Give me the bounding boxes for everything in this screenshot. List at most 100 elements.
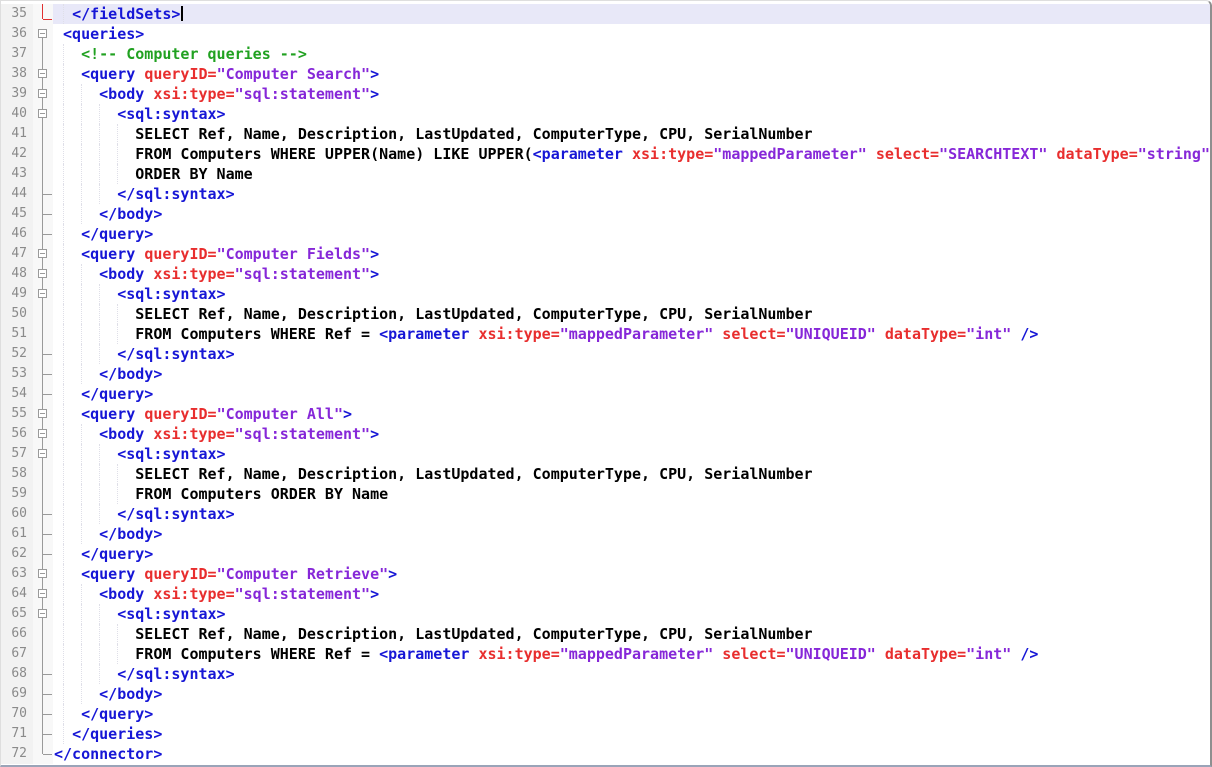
line-number[interactable]: 68 bbox=[1, 664, 33, 684]
code-text[interactable]: <sql:syntax> bbox=[53, 604, 1210, 624]
code-text[interactable]: </query> bbox=[53, 544, 1210, 564]
code-text[interactable]: <query queryID="Computer Search"> bbox=[53, 64, 1210, 84]
code-text[interactable]: </query> bbox=[53, 704, 1210, 724]
line-number[interactable]: 49 bbox=[1, 284, 33, 304]
line-number[interactable]: 62 bbox=[1, 544, 33, 564]
code-text[interactable]: <!-- Computer queries --> bbox=[53, 44, 1210, 64]
fold-tree-line bbox=[42, 124, 43, 144]
line-number[interactable]: 54 bbox=[1, 384, 33, 404]
fold-collapse-icon[interactable] bbox=[38, 289, 47, 298]
code-text[interactable]: SELECT Ref, Name, Description, LastUpdat… bbox=[53, 624, 1210, 644]
indent-guide bbox=[99, 124, 100, 144]
code-text[interactable]: FROM Computers WHERE UPPER(Name) LIKE UP… bbox=[53, 144, 1212, 164]
line-number[interactable]: 41 bbox=[1, 124, 33, 144]
code-text[interactable]: <sql:syntax> bbox=[53, 104, 1210, 124]
fold-collapse-icon[interactable] bbox=[38, 409, 47, 418]
line-number[interactable]: 46 bbox=[1, 224, 33, 244]
line-number[interactable]: 66 bbox=[1, 624, 33, 644]
code-text[interactable]: </sql:syntax> bbox=[53, 184, 1210, 204]
line-number[interactable]: 71 bbox=[1, 724, 33, 744]
line-number[interactable]: 56 bbox=[1, 424, 33, 444]
indent-guide bbox=[81, 424, 82, 444]
line-number[interactable]: 44 bbox=[1, 184, 33, 204]
line-number[interactable]: 36 bbox=[1, 24, 33, 44]
code-text[interactable]: SELECT Ref, Name, Description, LastUpdat… bbox=[53, 464, 1210, 484]
line-number[interactable]: 63 bbox=[1, 564, 33, 584]
code-text[interactable]: FROM Computers WHERE Ref = <parameter xs… bbox=[53, 644, 1210, 664]
code-token: select= bbox=[867, 145, 939, 163]
line-number[interactable]: 60 bbox=[1, 504, 33, 524]
line-number[interactable]: 38 bbox=[1, 64, 33, 84]
code-text[interactable]: ORDER BY Name bbox=[53, 164, 1210, 184]
code-token: <sql:syntax> bbox=[117, 105, 225, 123]
code-text[interactable]: </sql:syntax> bbox=[53, 344, 1210, 364]
line-number[interactable]: 55 bbox=[1, 404, 33, 424]
code-text[interactable]: <query queryID="Computer Fields"> bbox=[53, 244, 1210, 264]
line-number[interactable]: 57 bbox=[1, 444, 33, 464]
code-text[interactable]: <queries> bbox=[53, 24, 1210, 44]
code-text[interactable]: </query> bbox=[53, 224, 1210, 244]
code-text[interactable]: </sql:syntax> bbox=[53, 664, 1210, 684]
line-number[interactable]: 50 bbox=[1, 304, 33, 324]
code-text[interactable]: FROM Computers WHERE Ref = <parameter xs… bbox=[53, 324, 1210, 344]
line-number[interactable]: 47 bbox=[1, 244, 33, 264]
fold-collapse-icon[interactable] bbox=[38, 609, 47, 618]
code-text[interactable]: SELECT Ref, Name, Description, LastUpdat… bbox=[53, 124, 1210, 144]
line-number[interactable]: 43 bbox=[1, 164, 33, 184]
code-text[interactable]: </body> bbox=[53, 204, 1210, 224]
code-text[interactable]: <sql:syntax> bbox=[53, 444, 1210, 464]
code-text[interactable]: </sql:syntax> bbox=[53, 504, 1210, 524]
indent-guide bbox=[117, 484, 118, 504]
line-number[interactable]: 37 bbox=[1, 44, 33, 64]
line-number[interactable]: 72 bbox=[1, 744, 33, 764]
code-text[interactable]: </connector> bbox=[53, 744, 1210, 764]
code-text[interactable]: </body> bbox=[53, 524, 1210, 544]
line-number[interactable]: 64 bbox=[1, 584, 33, 604]
code-text[interactable]: </body> bbox=[53, 364, 1210, 384]
code-text[interactable]: <sql:syntax> bbox=[53, 284, 1210, 304]
code-text[interactable]: <body xsi:type="sql:statement"> bbox=[53, 84, 1210, 104]
line-number[interactable]: 70 bbox=[1, 704, 33, 724]
fold-collapse-icon[interactable] bbox=[38, 269, 47, 278]
line-number[interactable]: 51 bbox=[1, 324, 33, 344]
line-number[interactable]: 35 bbox=[1, 4, 33, 24]
fold-collapse-icon[interactable] bbox=[38, 249, 47, 258]
fold-collapse-icon[interactable] bbox=[38, 589, 47, 598]
code-text[interactable]: </fieldSets> bbox=[53, 4, 1210, 24]
fold-tail-tick bbox=[43, 734, 52, 735]
line-number[interactable]: 40 bbox=[1, 104, 33, 124]
line-number[interactable]: 39 bbox=[1, 84, 33, 104]
line-number[interactable]: 45 bbox=[1, 204, 33, 224]
line-number[interactable]: 61 bbox=[1, 524, 33, 544]
code-text[interactable]: FROM Computers ORDER BY Name bbox=[53, 484, 1210, 504]
fold-collapse-icon[interactable] bbox=[38, 69, 47, 78]
indent-guide bbox=[81, 204, 82, 224]
code-text[interactable]: </body> bbox=[53, 684, 1210, 704]
line-number[interactable]: 48 bbox=[1, 264, 33, 284]
fold-collapse-icon[interactable] bbox=[38, 569, 47, 578]
code-text[interactable]: <query queryID="Computer Retrieve"> bbox=[53, 564, 1210, 584]
code-text[interactable]: <body xsi:type="sql:statement"> bbox=[53, 264, 1210, 284]
fold-collapse-icon[interactable] bbox=[38, 449, 47, 458]
line-number[interactable]: 69 bbox=[1, 684, 33, 704]
fold-collapse-icon[interactable] bbox=[38, 89, 47, 98]
code-text[interactable]: </query> bbox=[53, 384, 1210, 404]
line-number[interactable]: 67 bbox=[1, 644, 33, 664]
line-number[interactable]: 59 bbox=[1, 484, 33, 504]
code-text[interactable]: </queries> bbox=[53, 724, 1210, 744]
fold-collapse-icon[interactable] bbox=[38, 109, 47, 118]
line-number[interactable]: 42 bbox=[1, 144, 33, 164]
line-number[interactable]: 58 bbox=[1, 464, 33, 484]
fold-collapse-icon[interactable] bbox=[38, 429, 47, 438]
fold-collapse-icon[interactable] bbox=[38, 29, 47, 38]
code-text[interactable]: SELECT Ref, Name, Description, LastUpdat… bbox=[53, 304, 1210, 324]
line-number[interactable]: 65 bbox=[1, 604, 33, 624]
code-text[interactable]: <body xsi:type="sql:statement"> bbox=[53, 584, 1210, 604]
line-number[interactable]: 53 bbox=[1, 364, 33, 384]
fold-tail-tick bbox=[43, 554, 52, 555]
code-text[interactable]: <query queryID="Computer All"> bbox=[53, 404, 1210, 424]
indentation bbox=[54, 625, 135, 643]
line-number[interactable]: 52 bbox=[1, 344, 33, 364]
code-text[interactable]: <body xsi:type="sql:statement"> bbox=[53, 424, 1210, 444]
indent-guide bbox=[99, 164, 100, 184]
